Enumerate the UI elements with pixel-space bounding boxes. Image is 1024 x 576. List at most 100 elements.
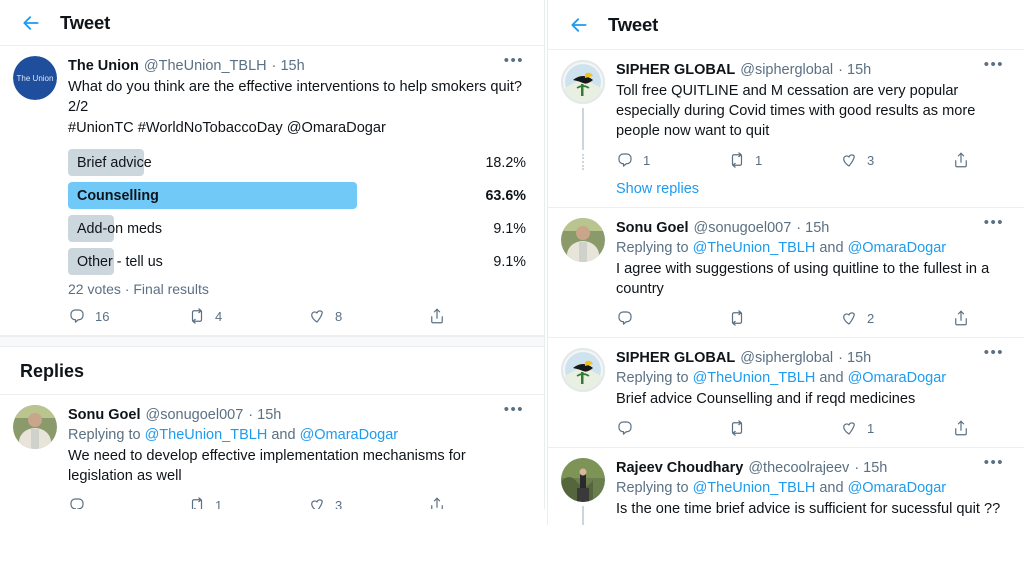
share-button[interactable]: [428, 307, 468, 325]
more-options-icon[interactable]: •••: [502, 53, 526, 68]
display-name[interactable]: Rajeev Choudhary: [616, 458, 743, 478]
right-tweet-panel: Tweet SIPHER GLOBAL @sipherglobal · 15h …: [547, 0, 1024, 525]
display-name[interactable]: SIPHER GLOBAL: [616, 348, 735, 368]
back-arrow-icon[interactable]: [568, 14, 590, 36]
reply-tweet: Rajeev Choudhary @thecoolrajeev · 15h ••…: [548, 448, 1024, 525]
tweet-actions: 2: [616, 309, 1006, 329]
reply-button[interactable]: 1: [616, 151, 728, 169]
poll-option-percent: 9.1%: [493, 253, 526, 270]
replying-and: and: [815, 480, 848, 496]
replying-to-line: Replying to @TheUnion_TBLH and @OmaraDog…: [616, 368, 1006, 388]
handle[interactable]: @sonugoel007: [146, 405, 244, 425]
poll-option-percent: 63.6%: [485, 187, 526, 204]
reply-button[interactable]: [68, 496, 188, 509]
display-name[interactable]: The Union: [68, 56, 139, 76]
reply-icon: [70, 498, 84, 509]
reply-button[interactable]: 16: [68, 307, 188, 325]
poll: Brief advice 18.2% Counselling 63.6% Add…: [68, 149, 526, 297]
replying-mention-2[interactable]: @OmaraDogar: [848, 480, 947, 496]
handle[interactable]: @sipherglobal: [740, 348, 833, 368]
avatar[interactable]: [13, 405, 57, 449]
share-icon: [431, 497, 443, 509]
replying-mention-2[interactable]: @OmaraDogar: [300, 427, 399, 443]
show-replies-link[interactable]: Show replies: [616, 171, 1006, 199]
share-button[interactable]: [952, 309, 992, 327]
more-options-icon[interactable]: •••: [982, 345, 1006, 360]
more-options-icon[interactable]: •••: [502, 402, 526, 417]
tweet-body: Rajeev Choudhary @thecoolrajeev · 15h ••…: [616, 455, 1008, 525]
back-arrow-icon[interactable]: [20, 12, 42, 34]
avatar[interactable]: [561, 60, 605, 104]
retweet-icon: [731, 152, 743, 168]
handle[interactable]: @TheUnion_TBLH: [144, 56, 267, 76]
share-icon: [955, 420, 967, 436]
replying-mention-1[interactable]: @TheUnion_TBLH: [693, 240, 816, 256]
share-button[interactable]: [428, 496, 468, 509]
handle[interactable]: @sipherglobal: [740, 60, 833, 80]
share-icon: [431, 308, 443, 324]
poll-track: Add-on meds: [68, 215, 470, 242]
like-button[interactable]: 3: [840, 151, 952, 169]
replies-heading: Replies: [0, 347, 544, 395]
tweet-text: We need to develop effective implementat…: [68, 448, 466, 484]
replying-mention-1[interactable]: @TheUnion_TBLH: [145, 427, 268, 443]
avatar[interactable]: [561, 218, 605, 262]
replying-mention-2[interactable]: @OmaraDogar: [848, 240, 947, 256]
display-name[interactable]: Sonu Goel: [68, 405, 141, 425]
replying-mention-1[interactable]: @TheUnion_TBLH: [693, 480, 816, 496]
avatar[interactable]: The Union: [13, 56, 57, 100]
poll-option-row[interactable]: Counselling 63.6%: [68, 182, 526, 209]
like-button[interactable]: 2: [840, 309, 952, 327]
reply-button[interactable]: [616, 309, 728, 327]
more-options-icon[interactable]: •••: [982, 57, 1006, 72]
replying-mention-1[interactable]: @TheUnion_TBLH: [693, 370, 816, 386]
tweet-hashtags[interactable]: #UnionTC #WorldNoTobaccoDay @OmaraDogar: [68, 117, 526, 138]
replying-mention-2[interactable]: @OmaraDogar: [848, 370, 947, 386]
more-options-icon[interactable]: •••: [982, 215, 1006, 230]
poll-option-row[interactable]: Brief advice 18.2%: [68, 149, 526, 176]
reply-icon: [70, 309, 84, 323]
tweet-text: Is the one time brief advice is sufficie…: [616, 501, 1001, 517]
tweet-author-row: SIPHER GLOBAL @sipherglobal · 15h •••: [616, 345, 1006, 368]
poll-option-row[interactable]: Add-on meds 9.1%: [68, 215, 526, 242]
main-tweet: The Union The Union @TheUnion_TBLH · 15h…: [0, 46, 544, 336]
heart-icon: [843, 312, 855, 325]
thread-connector-line: [582, 108, 584, 150]
like-button[interactable]: 3: [308, 496, 428, 509]
more-options-icon[interactable]: •••: [982, 455, 1006, 470]
heart-icon: [843, 154, 855, 167]
retweet-button[interactable]: 1: [188, 496, 308, 509]
tweet-body: Sonu Goel @sonugoel007 · 15h ••• Replyin…: [68, 402, 528, 509]
replying-and: and: [267, 427, 300, 443]
tweet-author-row: The Union @TheUnion_TBLH · 15h •••: [68, 53, 526, 76]
share-button[interactable]: [952, 151, 992, 169]
avatar[interactable]: [561, 458, 605, 502]
like-button[interactable]: 8: [308, 307, 428, 325]
replying-prefix: Replying to: [616, 240, 693, 256]
handle[interactable]: @sonugoel007: [694, 218, 792, 238]
timestamp: · 15h: [796, 220, 830, 236]
timestamp: · 15h: [838, 350, 872, 366]
retweet-button[interactable]: 4: [188, 307, 308, 325]
like-count: 8: [335, 308, 343, 324]
like-button[interactable]: 1: [840, 419, 952, 437]
share-button[interactable]: [952, 419, 992, 437]
tweet-author-row: Rajeev Choudhary @thecoolrajeev · 15h ••…: [616, 455, 1006, 478]
retweet-button[interactable]: 1: [728, 151, 840, 169]
retweet-button[interactable]: [728, 419, 840, 437]
reply-button[interactable]: [616, 419, 728, 437]
heart-icon: [843, 422, 855, 435]
poll-meta: 22 votes · Final results: [68, 281, 209, 297]
timestamp: · 15h: [248, 407, 282, 423]
tweet-author-row: Sonu Goel @sonugoel007 · 15h •••: [616, 215, 1006, 238]
poll-option-row[interactable]: Other - tell us 9.1%: [68, 248, 526, 275]
replying-and: and: [815, 240, 848, 256]
display-name[interactable]: Sonu Goel: [616, 218, 689, 238]
like-count: 1: [867, 420, 875, 436]
replying-prefix: Replying to: [616, 480, 693, 496]
handle[interactable]: @thecoolrajeev: [748, 458, 849, 478]
retweet-button[interactable]: [728, 309, 840, 327]
avatar-column: [13, 405, 68, 509]
avatar[interactable]: [561, 348, 605, 392]
display-name[interactable]: SIPHER GLOBAL: [616, 60, 735, 80]
